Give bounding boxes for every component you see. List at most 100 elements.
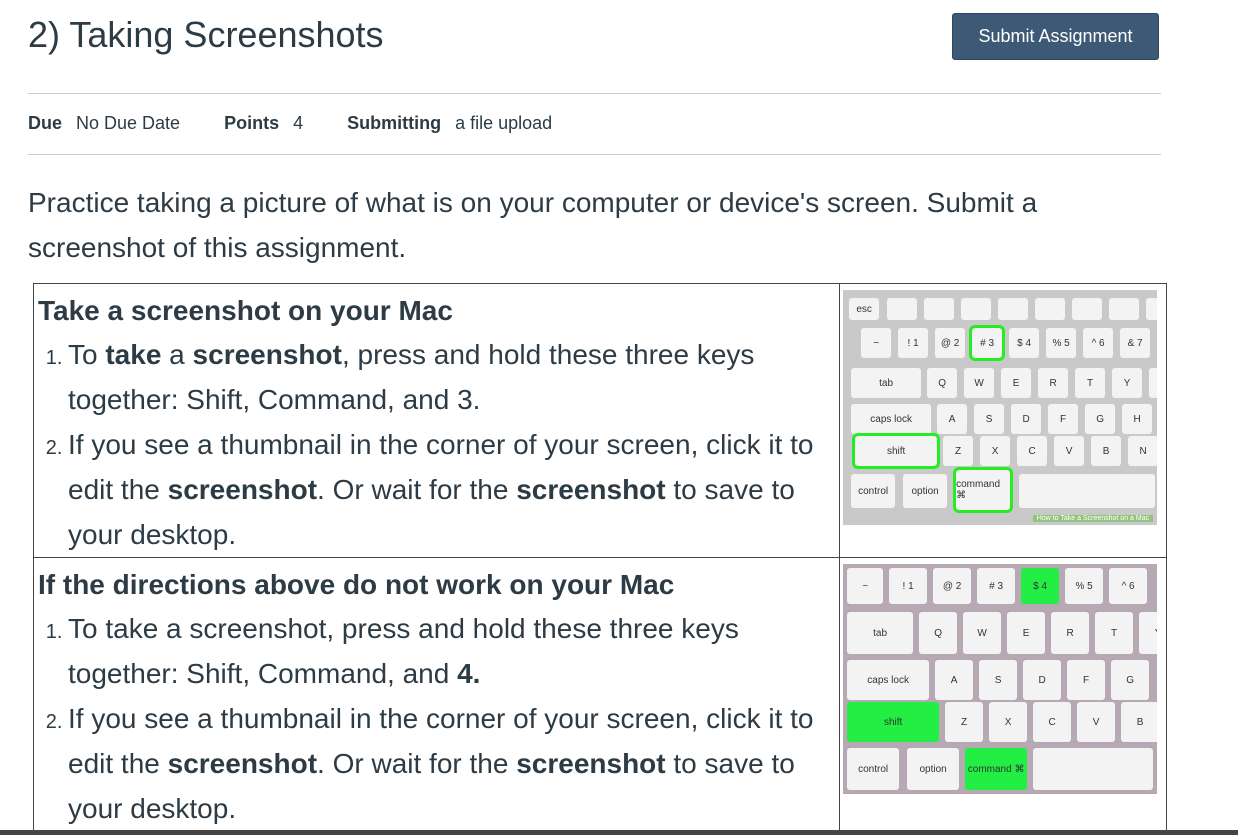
keyboard-key: R xyxy=(1051,612,1090,654)
key-space xyxy=(1033,748,1154,790)
steps-list: To take a screenshot, press and hold the… xyxy=(38,606,835,831)
keyboard-key: E xyxy=(1007,612,1046,654)
keyboard-key: $ 4 xyxy=(1009,328,1040,358)
keyboard-key: A xyxy=(937,404,968,434)
keyboard-key xyxy=(1035,298,1066,320)
keyboard-key xyxy=(887,298,918,320)
keyboard-key: G xyxy=(1111,660,1150,700)
keyboard-key: S xyxy=(974,404,1005,434)
keyboard-key: A xyxy=(935,660,974,700)
due-label: Due xyxy=(28,113,63,133)
keyboard-key: Z xyxy=(943,436,974,466)
keyboard-key: H xyxy=(1122,404,1153,434)
keyboard-key: D xyxy=(1023,660,1062,700)
keyboard-key: ^ 6 xyxy=(1083,328,1114,358)
divider xyxy=(28,93,1161,94)
keyboard-image-shift-command-4: ~! 1@ 2# 3$ 4% 5^ 6 tabQWERTYcaps lockASD… xyxy=(843,564,1158,794)
keyboard-image-cell: ~! 1@ 2# 3$ 4% 5^ 6 tabQWERTYcaps lockASD… xyxy=(839,557,1167,832)
keyboard-key xyxy=(924,298,955,320)
keyboard-key: ! 1 xyxy=(889,568,928,604)
keyboard-key xyxy=(998,298,1029,320)
keyboard-image-cell: esc ~! 1@ 2# 3$ 4% 5^ 6& 7 tabQWERTYUcaps … xyxy=(839,283,1167,558)
keyboard-key: ! 1 xyxy=(898,328,929,358)
submitting-label: Submitting xyxy=(347,113,442,133)
keyboard-key: F xyxy=(1048,404,1079,434)
key-tab: tab xyxy=(851,368,922,398)
keyboard-key: ^ 6 xyxy=(1109,568,1148,604)
keyboard-key: B xyxy=(1091,436,1122,466)
page-title: 2) Taking Screenshots xyxy=(28,14,384,55)
submitting-value: a file upload xyxy=(455,113,553,133)
keyboard-key: # 3 xyxy=(977,568,1016,604)
instructions-cell: If the directions above do not work on y… xyxy=(32,557,841,832)
key-3-highlighted: # 3 xyxy=(969,325,1006,361)
keyboard-key: U xyxy=(1149,368,1158,398)
key-option: option xyxy=(907,748,960,790)
divider xyxy=(28,154,1161,155)
keyboard-key xyxy=(1072,298,1103,320)
keyboard-key: R xyxy=(1038,368,1069,398)
keyboard-key: Z xyxy=(945,702,984,742)
keyboard-key xyxy=(1109,298,1140,320)
key-esc: esc xyxy=(849,298,880,320)
keyboard-key: W xyxy=(964,368,995,398)
keyboard-key: X xyxy=(989,702,1028,742)
keyboard-key: W xyxy=(963,612,1002,654)
keyboard-key: C xyxy=(1033,702,1072,742)
points-label: Points xyxy=(224,113,280,133)
keyboard-key: Q xyxy=(927,368,958,398)
key-shift-highlighted: shift xyxy=(847,702,940,742)
keyboard-key: Y xyxy=(1139,612,1158,654)
bottom-scrollbar[interactable] xyxy=(0,830,1238,835)
keyboard-image-shift-command-3: esc ~! 1@ 2# 3$ 4% 5^ 6& 7 tabQWERTYUcaps … xyxy=(843,290,1158,525)
key-shift-highlighted: shift xyxy=(852,433,941,469)
list-item: To take a screenshot, press and hold the… xyxy=(68,332,835,422)
assignment-description: Practice taking a picture of what is on … xyxy=(28,187,1038,263)
keyboard-key: C xyxy=(1017,436,1048,466)
assignment-details: Due No Due Date Points 4 Submitting a file … xyxy=(28,113,596,134)
keyboard-key: V xyxy=(1077,702,1116,742)
keyboard-key: T xyxy=(1095,612,1134,654)
due-value: No Due Date xyxy=(76,113,181,133)
keyboard-key: D xyxy=(1011,404,1042,434)
key-space xyxy=(1019,474,1156,508)
list-item: To take a screenshot, press and hold the… xyxy=(68,606,835,696)
keyboard-key: S xyxy=(979,660,1018,700)
list-item: If you see a thumbnail in the corner of … xyxy=(68,422,835,557)
keyboard-key: T xyxy=(1075,368,1106,398)
keyboard-key: B xyxy=(1121,702,1158,742)
section-heading: Take a screenshot on your Mac xyxy=(38,295,453,326)
key-command-highlighted: command ⌘ xyxy=(953,467,1014,513)
instructions-cell: Take a screenshot on your Mac To take a … xyxy=(32,283,841,558)
keyboard-key xyxy=(1146,298,1158,320)
image-caption: How to Take a Screenshot on a Mac xyxy=(1032,515,1154,522)
keyboard-key: F xyxy=(1067,660,1106,700)
keyboard-key: X xyxy=(980,436,1011,466)
keyboard-key: E xyxy=(1001,368,1032,398)
keyboard-key: & 7 xyxy=(1120,328,1151,358)
key-control: control xyxy=(851,474,896,508)
keyboard-key: G xyxy=(1085,404,1116,434)
points-value: 4 xyxy=(293,113,304,133)
keyboard-key: @ 2 xyxy=(933,568,972,604)
key-command-highlighted: command ⌘ xyxy=(965,748,1028,790)
key-control: control xyxy=(847,748,900,790)
keyboard-key: Q xyxy=(919,612,958,654)
submit-assignment-button[interactable]: Submit Assignment xyxy=(952,13,1159,60)
keyboard-key: Y xyxy=(1112,368,1143,398)
key-tab: tab xyxy=(847,612,914,654)
keyboard-key xyxy=(961,298,992,320)
keyboard-key: @ 2 xyxy=(935,328,966,358)
keyboard-key: ~ xyxy=(847,568,884,604)
key-4-highlighted: $ 4 xyxy=(1021,568,1060,604)
key-caps-lock: caps lock xyxy=(851,404,932,434)
keyboard-key: N xyxy=(1128,436,1158,466)
instructions-table: Take a screenshot on your Mac To take a … xyxy=(32,283,1167,832)
key-option: option xyxy=(903,474,948,508)
keyboard-key: V xyxy=(1054,436,1085,466)
steps-list: To take a screenshot, press and hold the… xyxy=(38,332,835,557)
keyboard-key: % 5 xyxy=(1065,568,1104,604)
section-heading: If the directions above do not work on y… xyxy=(38,569,675,600)
list-item: If you see a thumbnail in the corner of … xyxy=(68,696,835,831)
keyboard-key: ~ xyxy=(861,328,892,358)
